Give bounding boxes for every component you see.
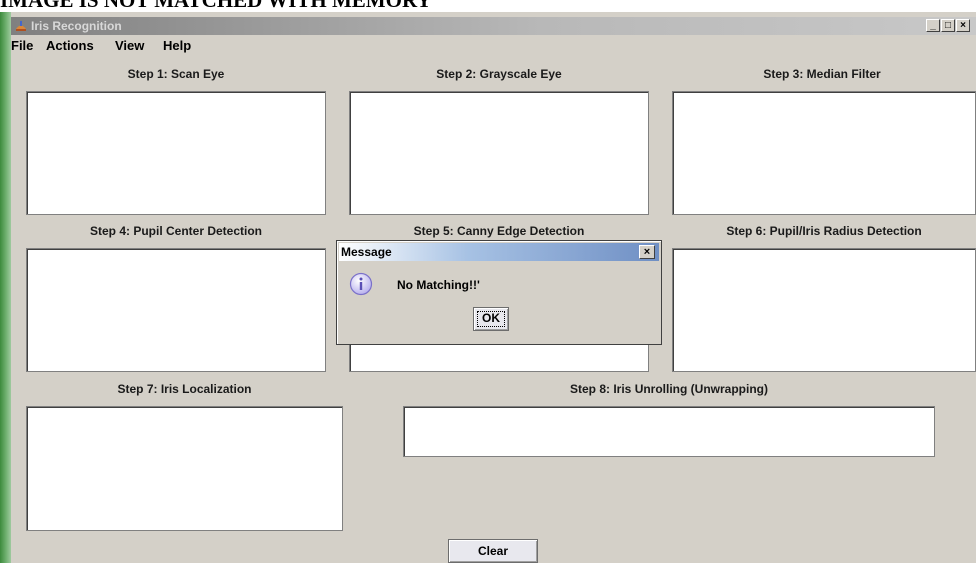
ok-button[interactable]: OK: [473, 307, 509, 331]
grayscale-eye-panel: [349, 91, 649, 215]
step-3-label: Step 3: Median Filter: [763, 67, 881, 81]
maximize-button[interactable]: □: [941, 19, 955, 32]
step-5-label: Step 5: Canny Edge Detection: [413, 224, 585, 238]
iris-localization-panel: [26, 406, 343, 531]
close-button[interactable]: ×: [956, 19, 970, 32]
clear-button[interactable]: Clear: [448, 539, 538, 563]
pupil-center-panel: [26, 248, 326, 372]
message-dialog: Message × No Matching!!' OK: [336, 240, 662, 345]
radius-detection-panel: [672, 248, 976, 372]
menu-bar: File Actions View Help: [11, 36, 976, 56]
app-window: Iris Recognition _ □ × File Actions View…: [11, 12, 976, 563]
minimize-button[interactable]: _: [926, 19, 940, 32]
step-7-label: Step 7: Iris Localization: [117, 382, 252, 396]
info-icon: [349, 272, 373, 296]
page-caption: IMAGE IS NOT MATCHED WITH MEMORY: [0, 0, 976, 9]
step-6-label: Step 6: Pupil/Iris Radius Detection: [726, 224, 922, 238]
dialog-message: No Matching!!': [397, 278, 480, 292]
dialog-close-button[interactable]: ×: [639, 245, 655, 259]
window-title: Iris Recognition: [31, 19, 122, 33]
dialog-title: Message: [341, 245, 392, 259]
step-8-label: Step 8: Iris Unrolling (Unwrapping): [570, 382, 768, 396]
dialog-titlebar[interactable]: Message ×: [339, 243, 659, 261]
menu-actions[interactable]: Actions: [46, 38, 94, 53]
step-1-label: Step 1: Scan Eye: [127, 67, 225, 81]
step-2-label: Step 2: Grayscale Eye: [436, 67, 562, 81]
menu-file[interactable]: File: [11, 38, 33, 53]
step-4-label: Step 4: Pupil Center Detection: [89, 224, 263, 238]
iris-unrolling-panel: [403, 406, 935, 457]
window-titlebar[interactable]: Iris Recognition _ □ ×: [11, 17, 976, 35]
scan-eye-panel: [26, 91, 326, 215]
app-icon: [16, 21, 26, 31]
menu-help[interactable]: Help: [163, 38, 191, 53]
median-filter-panel: [672, 91, 976, 215]
menu-view[interactable]: View: [115, 38, 144, 53]
